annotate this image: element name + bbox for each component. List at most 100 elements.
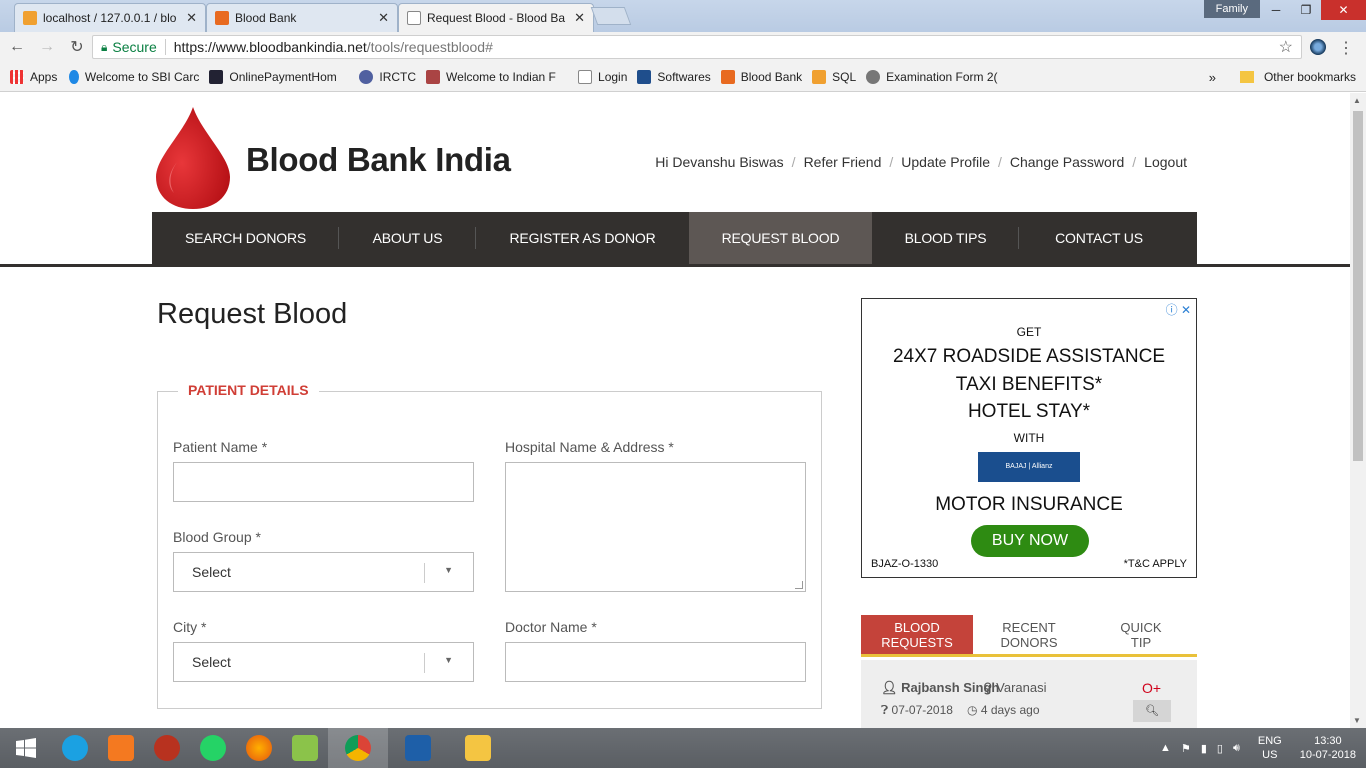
bookmark-online-payment[interactable]: OnlinePaymentHom <box>209 69 349 84</box>
request-blood-group: O+ <box>1142 680 1162 696</box>
scroll-down-icon[interactable]: ▼ <box>1353 716 1361 725</box>
tab-recent-donors[interactable]: RECENT DONORS <box>973 615 1085 654</box>
hospital-address-textarea[interactable] <box>505 462 806 592</box>
blood-group-value: Select <box>192 564 231 580</box>
nav-about-us[interactable]: ABOUT US <box>339 212 476 264</box>
city-select[interactable]: Select ▼ <box>173 642 474 682</box>
tab-title: localhost / 127.0.0.1 / blo <box>43 11 177 25</box>
chrome-icon[interactable] <box>328 728 388 768</box>
bookmark-exam-form[interactable]: Examination Form 2( <box>866 69 1004 84</box>
buy-now-button[interactable]: BUY NOW <box>971 525 1089 557</box>
bookmark-softwares[interactable]: Softwares <box>637 69 711 84</box>
question-icon: ❓︎ <box>881 703 892 717</box>
nav-request-blood[interactable]: REQUEST BLOOD <box>689 212 872 264</box>
patient-name-input[interactable] <box>173 462 474 502</box>
refer-friend-link[interactable]: Refer Friend <box>804 154 882 170</box>
close-tab-icon[interactable]: ✕ <box>186 10 197 26</box>
tab-quick-tip[interactable]: QUICK TIP <box>1085 615 1197 654</box>
fieldset-legend: PATIENT DETAILS <box>178 382 319 398</box>
view-request-button[interactable]: 🔍︎ <box>1133 700 1171 722</box>
advertisement[interactable]: ⓘ ✕ GET 24X7 ROADSIDE ASSISTANCE TAXI BE… <box>861 298 1197 578</box>
ad-terms: *T&C APPLY <box>1123 558 1187 570</box>
restore-icon[interactable]: ❐ <box>1291 0 1321 20</box>
user-icon: 👤︎ <box>881 680 902 695</box>
language-indicator[interactable]: ENG US <box>1258 734 1282 762</box>
close-tab-icon[interactable]: ✕ <box>574 10 585 26</box>
whatsapp-icon[interactable] <box>190 728 236 768</box>
scrollbar-thumb[interactable] <box>1353 111 1363 461</box>
doctor-name-input[interactable] <box>505 642 806 682</box>
new-tab-button[interactable] <box>590 7 632 25</box>
blood-group-label: Blood Group * <box>173 529 261 545</box>
bookmark-apps[interactable]: Apps <box>10 69 57 84</box>
start-windows-icon[interactable] <box>0 728 52 768</box>
tray-chevron-icon[interactable]: ▲ <box>1160 742 1171 754</box>
ide-icon[interactable] <box>388 728 448 768</box>
site-logo-text[interactable]: Blood Bank India <box>246 141 511 179</box>
bookmark-sbi[interactable]: Welcome to SBI Carc <box>69 69 199 84</box>
hospital-label: Hospital Name & Address * <box>505 439 674 455</box>
bajaj-allianz-logo: BAJAJ | Allianz <box>978 452 1080 482</box>
bookmark-sql[interactable]: SQL <box>812 69 856 84</box>
update-profile-link[interactable]: Update Profile <box>901 154 990 170</box>
request-age: ◷ 4 days ago <box>967 703 1040 717</box>
separator: / <box>997 154 1002 170</box>
patient-name-label: Patient Name * <box>173 439 268 455</box>
tab-blood-requests[interactable]: BLOOD REQUESTS <box>861 615 973 654</box>
more-bookmarks-chevron-icon[interactable]: » <box>1209 70 1216 85</box>
change-password-link[interactable]: Change Password <box>1010 154 1124 170</box>
p-app-icon[interactable] <box>144 728 190 768</box>
kebab-menu-icon[interactable]: ⋮ <box>1338 38 1354 58</box>
search-icon: 🔍︎ <box>1145 705 1159 717</box>
flag-icon[interactable]: ⚑ <box>1181 742 1191 755</box>
nav-search-donors[interactable]: SEARCH DONORS <box>152 212 339 264</box>
page-scrollbar[interactable]: ▲ ▼ <box>1350 93 1366 728</box>
bookmark-star-icon[interactable]: ☆ <box>1279 37 1293 57</box>
scroll-up-icon[interactable]: ▲ <box>1353 96 1361 105</box>
bookmark-indian[interactable]: Welcome to Indian F <box>426 69 568 84</box>
profile-badge[interactable]: Family <box>1203 0 1260 18</box>
nav-contact-us[interactable]: CONTACT US <box>1019 212 1179 264</box>
indian-icon <box>426 69 441 84</box>
extension-icon[interactable] <box>1310 39 1326 55</box>
browser-tab-phpmyadmin[interactable]: localhost / 127.0.0.1 / blo ✕ <box>14 3 206 32</box>
reload-icon[interactable]: ↻ <box>64 37 90 57</box>
volume-icon[interactable]: 🔊︎ <box>1233 742 1240 755</box>
close-window-icon[interactable]: ✕ <box>1321 0 1366 20</box>
browser-tab-request-blood[interactable]: Request Blood - Blood Ba ✕ <box>398 3 594 32</box>
other-bookmarks[interactable]: Other bookmarks <box>1239 70 1356 84</box>
ad-code: BJAZ-O-1330 <box>871 558 939 570</box>
chevron-down-icon: ▼ <box>444 655 453 665</box>
bookmark-irctc[interactable]: IRCTC <box>359 69 416 84</box>
file-explorer-icon[interactable] <box>448 728 508 768</box>
ad-choices-icon[interactable]: ⓘ ✕ <box>1166 301 1191 318</box>
a-icon <box>637 69 652 84</box>
browser-tab-blood-bank[interactable]: Blood Bank ✕ <box>206 3 398 32</box>
page-title: Request Blood <box>157 298 348 330</box>
blood-group-select[interactable]: Select ▼ <box>173 552 474 592</box>
notepad-plus-icon[interactable] <box>282 728 328 768</box>
tab-title: Request Blood - Blood Ba <box>427 11 566 25</box>
irctc-icon <box>359 69 374 84</box>
clock[interactable]: 13:30 10-07-2018 <box>1300 734 1356 762</box>
nav-register-as-donor[interactable]: REGISTER AS DONOR <box>476 212 689 264</box>
nav-blood-tips[interactable]: BLOOD TIPS <box>872 212 1019 264</box>
skype-icon[interactable] <box>52 728 98 768</box>
minimize-icon[interactable]: ─ <box>1261 0 1291 20</box>
sbi-icon <box>69 69 79 84</box>
ad-line-1: 24X7 ROADSIDE ASSISTANCE <box>892 346 1166 367</box>
logout-link[interactable]: Logout <box>1144 154 1187 170</box>
separator: / <box>791 154 796 170</box>
network-icon[interactable]: ▮ <box>1201 742 1207 755</box>
xampp-taskbar-icon[interactable] <box>98 728 144 768</box>
battery-icon[interactable]: ▯ <box>1217 742 1223 755</box>
forward-arrow-icon[interactable]: → <box>34 38 60 56</box>
back-arrow-icon[interactable]: ← <box>4 38 30 56</box>
apps-grid-icon <box>10 69 24 84</box>
firefox-icon[interactable] <box>236 728 282 768</box>
close-tab-icon[interactable]: ✕ <box>378 10 389 26</box>
resize-handle-icon[interactable] <box>795 581 803 589</box>
bookmark-login[interactable]: Login <box>578 69 627 84</box>
bookmark-blood-bank[interactable]: Blood Bank <box>720 69 802 84</box>
url-field[interactable]: 🔒︎ Secure https://www.bloodbankindia.net… <box>92 35 1302 59</box>
